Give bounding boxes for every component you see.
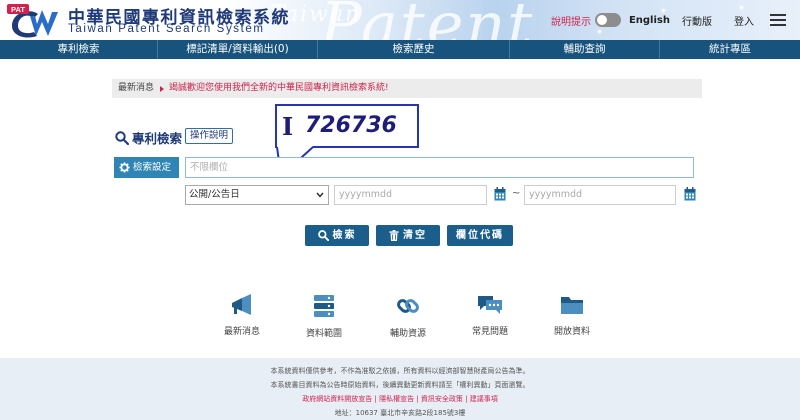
search-heading: 專利檢索 [115, 128, 182, 147]
quicklink-label: 輔助資源 [389, 329, 426, 339]
nav-marked-list[interactable]: 標記清單/資料輸出(0) [158, 40, 318, 59]
hint-toggle[interactable] [594, 13, 621, 27]
main-nav: 專利檢索 標記清單/資料輸出(0) 檢索歷史 輔助查詢 統計專區 [0, 40, 800, 59]
gear-icon [119, 162, 130, 173]
search-settings-label: 檢索設定 [133, 162, 172, 173]
nav-auxiliary-query[interactable]: 輔助查詢 [510, 40, 660, 59]
trash-icon [389, 230, 399, 241]
clear-button-label: 清空 [403, 230, 427, 241]
search-title: 專利檢索 [132, 131, 183, 146]
server-icon [314, 295, 334, 317]
date-from-input[interactable]: yyyymmdd [334, 185, 487, 205]
header-watermark: Patent [320, 0, 535, 40]
footer-links[interactable]: 政府網站資料開放宣告 | 隱私權宣告 | 資訊安全政策 | 建議事項 [0, 394, 800, 404]
search-icon [317, 230, 329, 241]
chevron-down-icon [316, 192, 324, 198]
date-range-separator: ~ [512, 188, 521, 199]
nav-patent-search[interactable]: 專利檢索 [0, 40, 158, 59]
operation-help-button[interactable]: 操作說明 [185, 128, 234, 144]
news-message[interactable]: 竭誠歡迎您使用我們全新的中華民國專利資訊檢索系統! [169, 79, 389, 98]
footer-disclaimer-1: 本系統資料僅供參考，不作為准駁之依據，所有資料以經濟部智慧財產局公告為準。 [270, 367, 530, 375]
mobile-version-link[interactable]: 行動版 [682, 13, 712, 28]
hamburger-menu-icon[interactable] [770, 14, 786, 26]
login-link[interactable]: 登入 [734, 13, 754, 28]
date-type-value: 公開/公告日 [189, 189, 240, 200]
nav-statistics[interactable]: 統計專區 [660, 40, 800, 59]
quicklink-label: 資料範圍 [305, 329, 342, 339]
search-button[interactable]: 檢索 [305, 225, 369, 246]
search-button-label: 檢索 [332, 230, 357, 241]
calendar-from-icon[interactable] [494, 187, 506, 201]
search-input[interactable] [185, 157, 694, 178]
logo-text: PAT [11, 5, 25, 14]
news-ticker: 最新消息 竭誠歡迎您使用我們全新的中華民國專利資訊檢索系統! [112, 79, 702, 98]
site-logo-icon[interactable]: PAT [4, 2, 66, 38]
quicklink-label: 最新消息 [223, 327, 260, 337]
toggle-knob [596, 15, 607, 25]
english-link[interactable]: English [629, 15, 670, 26]
news-arrow-icon [160, 85, 165, 92]
text-cursor-icon: I [282, 112, 294, 141]
calendar-to-icon[interactable] [684, 187, 696, 201]
field-code-button[interactable]: 欄位代碼 [447, 225, 513, 246]
chat-icon [478, 296, 502, 314]
folder-icon [561, 297, 583, 314]
date-to-input[interactable]: yyyymmdd [524, 185, 676, 205]
site-header: Taiwan Patent PAT 中華民國專利資訊檢索系統 Taiwan Pa… [0, 0, 800, 40]
quicklink-label: 開放資料 [553, 327, 590, 337]
quicklink-faq[interactable]: 常見問題 [458, 294, 522, 337]
text-cursor-callout: I 726736 [275, 104, 419, 148]
site-footer: 本系統資料僅供參考，不作為准駁之依據，所有資料以經濟部智慧財產局公告為準。 本系… [0, 358, 800, 420]
footer-disclaimer-2: 本系統書目資料為公告時原始資料，後續異動更新資料請至「權利異動」頁面瀏覽。 [270, 381, 530, 389]
megaphone-icon [232, 294, 251, 315]
nav-search-history[interactable]: 檢索歷史 [318, 40, 510, 59]
quicklink-resources[interactable]: 輔助資源 [376, 294, 440, 339]
field-code-button-label: 欄位代碼 [456, 230, 504, 241]
clear-button[interactable]: 清空 [376, 225, 440, 246]
search-icon [115, 130, 129, 145]
callout-value: 726736 [305, 113, 397, 138]
link-icon [397, 299, 419, 313]
quicklink-label: 常見問題 [471, 327, 508, 337]
news-label: 最新消息 [118, 83, 155, 93]
quicklink-open-data[interactable]: 開放資料 [540, 294, 604, 337]
quicklink-news[interactable]: 最新消息 [210, 294, 274, 337]
search-settings-button[interactable]: 檢索設定 [114, 157, 179, 178]
quicklink-data-scope[interactable]: 資料範圍 [292, 294, 356, 339]
site-title-en: Taiwan Patent Search System [68, 23, 265, 35]
hint-toggle-label: 說明提示 [550, 16, 591, 28]
date-type-select[interactable]: 公開/公告日 [185, 185, 329, 205]
utility-bar: 說明提示 English 行動版 登入 [551, 0, 800, 40]
footer-address: 地址：10637 臺北市辛亥路2段185號3樓 [334, 409, 466, 417]
